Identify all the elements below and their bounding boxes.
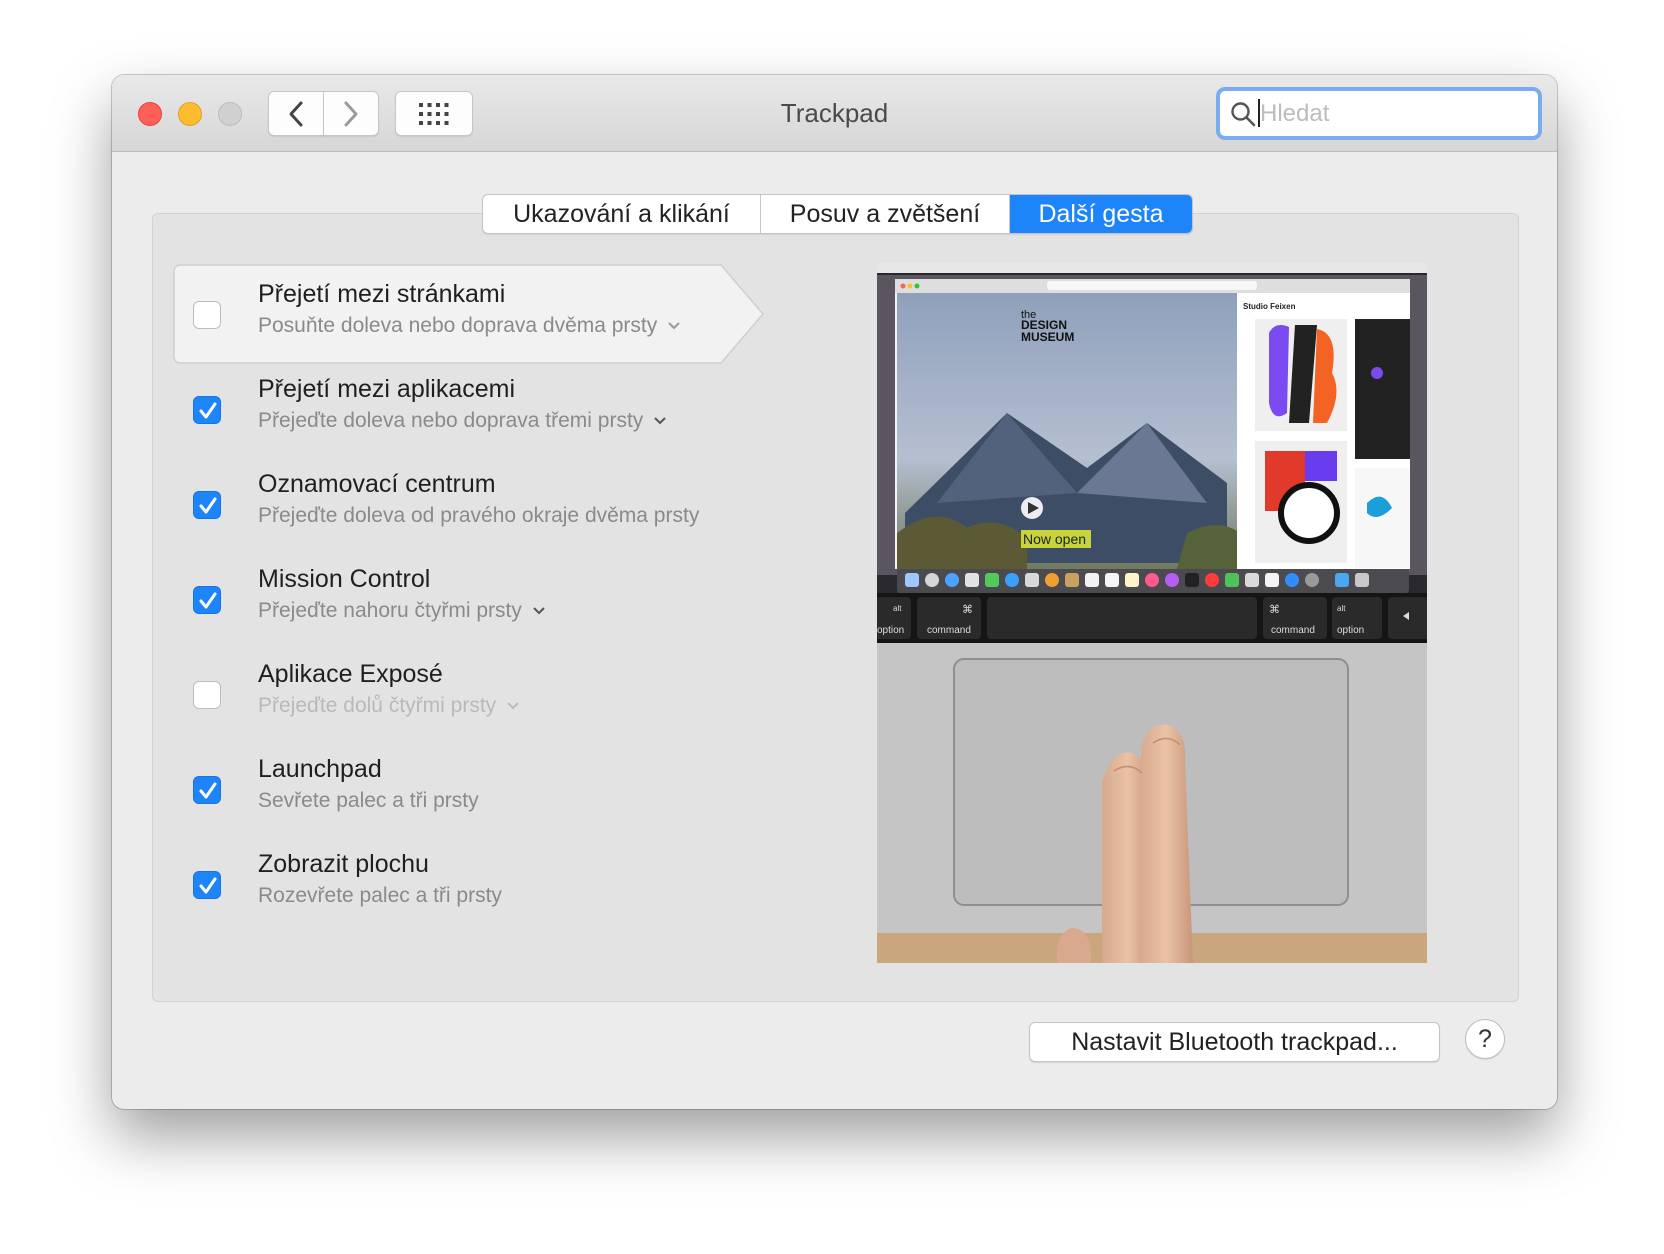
gesture-item-notification-center[interactable]: Oznamovací centrum Přejeďte doleva od pr… <box>173 454 793 544</box>
gesture-item-show-desktop[interactable]: Zobrazit plochu Rozevřete palec a tři pr… <box>173 834 793 924</box>
checkbox-swipe-apps[interactable] <box>193 396 221 424</box>
chevron-down-icon <box>533 607 545 615</box>
title-bar: Trackpad <box>112 75 1557 152</box>
checkmark-icon <box>199 877 217 894</box>
checkmark-icon <box>199 402 217 419</box>
gesture-item-app-expose[interactable]: Aplikace Exposé Přejeďte dolů čtyřmi prs… <box>173 644 793 734</box>
gesture-subtitle: Rozevřete palec a tři prsty <box>258 884 502 907</box>
checkmark-icon <box>199 782 217 799</box>
gesture-item-swipe-apps[interactable]: Přejetí mezi aplikacemi Přejeďte doleva … <box>173 359 793 449</box>
gesture-title: Aplikace Exposé <box>258 660 443 688</box>
gesture-title: Launchpad <box>258 755 382 783</box>
gesture-item-mission-control[interactable]: Mission Control Přejeďte nahoru čtyřmi p… <box>173 549 793 639</box>
brand-line-3: MUSEUM <box>1021 330 1074 344</box>
gesture-item-launchpad[interactable]: Launchpad Sevřete palec a tři prsty <box>173 739 793 829</box>
setup-bluetooth-trackpad-button[interactable]: Nastavit Bluetooth trackpad... <box>1029 1022 1440 1062</box>
gesture-subtitle[interactable]: Přejeďte doleva nebo doprava třemi prsty <box>258 409 667 433</box>
checkbox-mission-control[interactable] <box>193 586 221 614</box>
gesture-title: Přejetí mezi aplikacemi <box>258 375 516 403</box>
chevron-down-icon <box>507 702 519 710</box>
tab-scroll-zoom[interactable]: Posuv a zvětšení <box>761 195 1010 233</box>
key-option-left: option <box>877 625 904 636</box>
checkmark-icon <box>199 592 217 609</box>
help-button[interactable]: ? <box>1465 1019 1505 1059</box>
key-command-left: command <box>927 625 971 636</box>
gesture-subtitle[interactable]: Přejeďte nahoru čtyřmi prsty <box>258 599 546 623</box>
key-cmd-symbol-right: ⌘ <box>1269 603 1280 616</box>
gesture-title: Mission Control <box>258 565 431 593</box>
checkbox-launchpad[interactable] <box>193 776 221 804</box>
gesture-subtitle-text: Přejeďte doleva nebo doprava třemi prsty <box>258 409 644 432</box>
search-field[interactable] <box>1216 87 1542 140</box>
gesture-title: Přejetí mezi stránkami <box>258 280 506 308</box>
side-title: Studio Feixen <box>1243 302 1296 311</box>
gesture-title: Zobrazit plochu <box>258 850 429 878</box>
gesture-subtitle: Sevřete palec a tři prsty <box>258 789 479 812</box>
gesture-subtitle-text: Přejeďte dolů čtyřmi prsty <box>258 694 497 717</box>
checkbox-swipe-pages[interactable] <box>193 301 221 329</box>
gesture-subtitle: Přejeďte doleva od pravého okraje dvěma … <box>258 504 700 527</box>
checkbox-show-desktop[interactable] <box>193 871 221 899</box>
gesture-subtitle-text: Přejeďte nahoru čtyřmi prsty <box>258 599 522 622</box>
key-cmd-symbol-left: ⌘ <box>962 603 973 616</box>
search-icon <box>1231 102 1256 127</box>
checkbox-notification-center[interactable] <box>193 491 221 519</box>
chevron-down-icon <box>668 322 680 330</box>
tab-more-gestures[interactable]: Další gesta <box>1010 195 1192 233</box>
chevron-down-icon <box>654 417 666 425</box>
tab-bar: Ukazování a klikání Posuv a zvětšení Dal… <box>482 194 1193 234</box>
search-input[interactable] <box>1260 97 1530 131</box>
banner-text: Now open <box>1023 531 1086 547</box>
key-alt-left: alt <box>893 604 902 613</box>
checkbox-app-expose[interactable] <box>193 681 221 709</box>
preferences-window: Trackpad Přejetí mezi stránkami Posuňte … <box>112 75 1557 1109</box>
key-option-right: option <box>1337 625 1364 636</box>
gesture-item-swipe-pages[interactable]: Přejetí mezi stránkami Posuňte doleva ne… <box>173 264 793 364</box>
key-command-right: command <box>1271 625 1315 636</box>
key-alt-right: alt <box>1337 604 1346 613</box>
gesture-title: Oznamovací centrum <box>258 470 496 498</box>
gesture-preview-image: the DESIGN MUSEUM Now open Studio Feixen <box>877 263 1427 963</box>
gesture-subtitle[interactable]: Posuňte doleva nebo doprava dvěma prsty <box>258 314 681 338</box>
gesture-subtitle[interactable]: Přejeďte dolů čtyřmi prsty <box>258 694 520 718</box>
tab-point-click[interactable]: Ukazování a klikání <box>483 195 761 233</box>
gesture-subtitle-text: Posuňte doleva nebo doprava dvěma prsty <box>258 314 658 337</box>
checkmark-icon <box>199 497 217 514</box>
